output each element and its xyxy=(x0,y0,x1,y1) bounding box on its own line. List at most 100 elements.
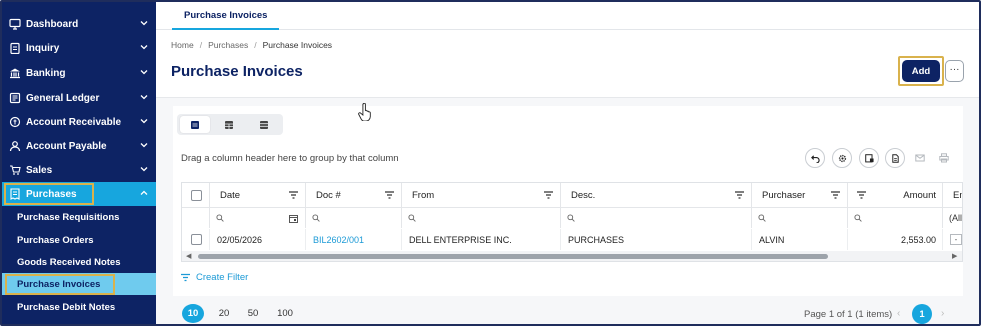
export-pdf-button[interactable] xyxy=(885,148,905,168)
column-header-from[interactable]: From xyxy=(402,183,561,207)
group-by-hint: Drag a column header here to group by th… xyxy=(181,153,399,164)
page-size-50[interactable]: 50 xyxy=(245,304,261,323)
column-header-label: Amount xyxy=(903,189,936,201)
horizontal-scrollbar[interactable]: ◀ ▶ xyxy=(182,251,962,261)
next-page-button[interactable]: › xyxy=(941,308,944,319)
sidebar-item-dashboard[interactable]: Dashboard xyxy=(2,12,156,36)
sidebar-subitem-purchase-requisitions[interactable]: Purchase Requisitions xyxy=(2,206,156,228)
filter-cell-desc[interactable] xyxy=(561,207,752,228)
email-button[interactable] xyxy=(914,152,926,164)
settings-button[interactable] xyxy=(832,148,852,168)
filter-cell-em[interactable]: (All xyxy=(943,207,962,228)
pager: 10 20 50 100 Page 1 of 1 (1 items) ‹ 1 › xyxy=(156,300,979,324)
page-number-button[interactable]: 1 xyxy=(912,304,932,324)
chevron-down-icon xyxy=(140,167,148,172)
sidebar-item-account-receivable[interactable]: Account Receivable xyxy=(2,110,156,134)
sidebar-subitem-label: Purchase Requisitions xyxy=(17,211,120,223)
column-header-purchaser[interactable]: Purchaser xyxy=(752,183,848,207)
main-content: Purchase Invoices Home / Purchases / Purchas… xyxy=(156,2,979,324)
sidebar-subitem-purchase-invoices[interactable]: Purchase Invoices xyxy=(2,273,156,295)
page-header: Home / Purchases / Purchase Invoices Purchas… xyxy=(156,30,979,98)
search-icon xyxy=(854,214,862,222)
row-checkbox[interactable] xyxy=(191,234,202,245)
filter-cell-empty xyxy=(182,207,210,228)
filter-cell-date[interactable] xyxy=(210,207,306,228)
breadcrumb-purchases[interactable]: Purchases xyxy=(208,40,248,50)
print-button[interactable] xyxy=(938,152,950,164)
sidebar-subitem-purchase-debit-notes[interactable]: Purchase Debit Notes xyxy=(2,296,156,318)
sidebar-subitem-label: Purchase Debit Notes xyxy=(17,301,116,313)
column-menu-icon[interactable] xyxy=(289,191,298,199)
sidebar-subitem-label: Goods Received Notes xyxy=(17,256,121,268)
search-icon xyxy=(408,214,416,222)
filter-icon xyxy=(181,273,190,282)
column-header-date[interactable]: Date xyxy=(210,183,306,207)
scroll-right-icon[interactable]: ▶ xyxy=(952,252,957,260)
card-view-button[interactable] xyxy=(249,116,279,133)
scroll-left-icon[interactable]: ◀ xyxy=(186,252,191,260)
sidebar-item-purchases[interactable]: Purchases xyxy=(2,182,156,206)
top-tab-bar: Purchase Invoices xyxy=(156,2,979,30)
sidebar-subitem-purchase-orders[interactable]: Purchase Orders xyxy=(2,229,156,251)
filter-cell-purchaser[interactable] xyxy=(752,207,848,228)
breadcrumb-home[interactable]: Home xyxy=(171,40,194,50)
sidebar-item-general-ledger[interactable]: General Ledger xyxy=(2,86,156,110)
expand-toggle[interactable]: - xyxy=(950,234,962,245)
page-size-20[interactable]: 20 xyxy=(216,304,232,323)
sidebar-item-sales[interactable]: Sales xyxy=(2,158,156,182)
cell-amount: 2,553.00 xyxy=(848,229,943,250)
clipboard-icon xyxy=(9,42,21,54)
breadcrumb: Home / Purchases / Purchase Invoices xyxy=(171,40,333,50)
page-size-100[interactable]: 100 xyxy=(274,304,296,323)
undo-button[interactable] xyxy=(805,148,825,168)
list-view-icon xyxy=(191,120,199,129)
column-menu-icon[interactable] xyxy=(857,191,866,199)
tab-purchase-invoices[interactable]: Purchase Invoices xyxy=(172,2,280,30)
sidebar-subitem-label: Purchase Orders xyxy=(17,234,94,246)
column-menu-icon[interactable] xyxy=(735,191,744,199)
add-button[interactable]: Add xyxy=(902,60,940,82)
bank-icon xyxy=(9,67,21,79)
mouse-cursor-icon xyxy=(358,103,371,121)
column-menu-icon[interactable] xyxy=(831,191,840,199)
grid-view-button[interactable] xyxy=(214,116,244,133)
search-icon xyxy=(216,214,224,222)
column-header-doc[interactable]: Doc # xyxy=(306,183,402,207)
cart-icon xyxy=(9,164,21,176)
list-view-button[interactable] xyxy=(180,116,210,133)
sidebar-item-label: Dashboard xyxy=(26,18,79,30)
document-icon xyxy=(891,153,899,163)
sidebar-item-banking[interactable]: Banking xyxy=(2,61,156,85)
column-header-label: Em xyxy=(953,189,962,201)
filter-cell-amount[interactable] xyxy=(848,207,943,228)
column-header-amount[interactable]: Amount xyxy=(848,183,943,207)
chevron-down-icon xyxy=(140,70,148,75)
sidebar-item-account-payable[interactable]: Account Payable xyxy=(2,134,156,158)
create-filter-link[interactable]: Create Filter xyxy=(181,272,248,283)
sidebar-item-label: Inquiry xyxy=(26,42,60,54)
scrollbar-thumb[interactable] xyxy=(198,254,828,259)
column-menu-icon[interactable] xyxy=(385,191,394,199)
filter-cell-doc[interactable] xyxy=(306,207,402,228)
calendar-icon[interactable] xyxy=(289,214,298,223)
page-size-10[interactable]: 10 xyxy=(182,304,204,323)
sidebar-item-inquiry[interactable]: Inquiry xyxy=(2,36,156,60)
cell-date: 02/05/2026 xyxy=(210,229,306,250)
chevron-down-icon xyxy=(140,95,148,100)
sidebar-item-label: Account Receivable xyxy=(26,116,122,128)
prev-page-button[interactable]: ‹ xyxy=(897,308,900,319)
column-header-em[interactable]: Em xyxy=(943,183,962,207)
chevron-up-icon xyxy=(140,190,148,195)
select-all-checkbox[interactable] xyxy=(191,189,202,201)
column-chooser-button[interactable] xyxy=(859,148,879,168)
undo-icon xyxy=(810,154,820,163)
column-menu-icon[interactable] xyxy=(544,191,553,199)
sidebar-subitem-goods-received-notes[interactable]: Goods Received Notes xyxy=(2,251,156,273)
chevron-down-icon xyxy=(140,119,148,124)
filter-cell-from[interactable] xyxy=(402,207,561,228)
mail-icon xyxy=(915,154,925,162)
more-options-button[interactable]: ··· xyxy=(945,60,964,82)
receivable-icon xyxy=(9,116,21,128)
doc-link[interactable]: BIL2602/001 xyxy=(306,229,402,250)
column-header-desc[interactable]: Desc. xyxy=(561,183,752,207)
